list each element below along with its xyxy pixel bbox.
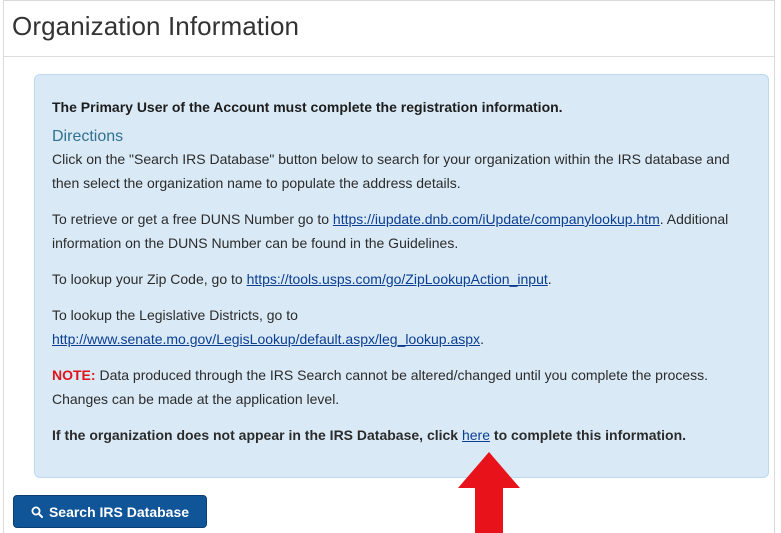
legislative-suffix: . (480, 331, 484, 347)
directions-text: Click on the "Search IRS Database" butto… (52, 151, 730, 191)
manual-entry-here-link[interactable]: here (462, 427, 490, 443)
duns-instructions: To retrieve or get a free DUNS Number go… (52, 207, 751, 255)
note-text: NOTE: Data produced through the IRS Sear… (52, 363, 751, 411)
red-pointer-arrow-icon (458, 452, 520, 533)
primary-user-notice: The Primary User of the Account must com… (52, 99, 563, 115)
legislative-prefix: To lookup the Legislative Districts, go … (52, 307, 298, 323)
zip-instructions: To lookup your Zip Code, go to https://t… (52, 267, 751, 291)
search-icon (31, 506, 43, 518)
search-irs-database-button[interactable]: Search IRS Database (13, 495, 207, 528)
manual-entry-prefix: If the organization does not appear in t… (52, 427, 462, 443)
zip-lookup-link[interactable]: https://tools.usps.com/go/ZipLookupActio… (247, 271, 548, 287)
search-button-label: Search IRS Database (48, 503, 190, 520)
note-body: Data produced through the IRS Search can… (52, 367, 709, 407)
title-divider (4, 56, 774, 57)
legislative-lookup-link[interactable]: http://www.senate.mo.gov/LegisLookup/def… (52, 331, 480, 347)
manual-entry-instructions: If the organization does not appear in t… (52, 423, 751, 447)
registration-info-box: The Primary User of the Account must com… (34, 74, 769, 478)
note-label: NOTE: (52, 367, 96, 383)
page-title: Organization Information (12, 11, 300, 41)
zip-suffix: . (547, 271, 552, 287)
duns-lookup-link[interactable]: https://iupdate.dnb.com/iUpdate/companyl… (333, 211, 660, 227)
manual-entry-suffix: to complete this information. (490, 427, 687, 443)
duns-prefix: To retrieve or get a free DUNS Number go… (52, 211, 333, 227)
zip-prefix: To lookup your Zip Code, go to (52, 271, 247, 287)
legislative-instructions: To lookup the Legislative Districts, go … (52, 303, 751, 351)
directions-heading: Directions (52, 128, 124, 145)
